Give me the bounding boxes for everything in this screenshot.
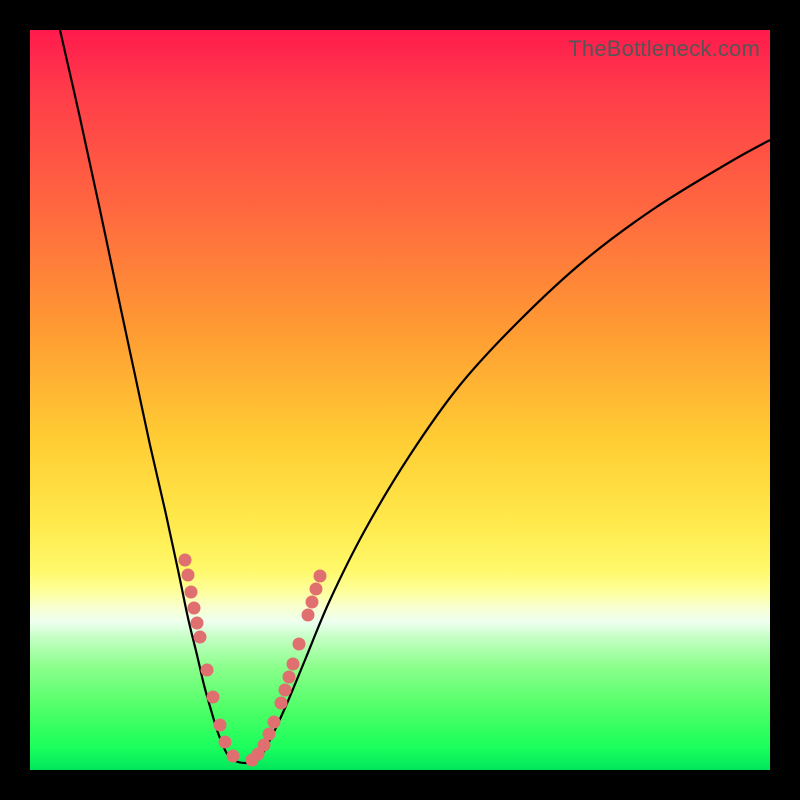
chart-frame: TheBottleneck.com: [0, 0, 800, 800]
data-point: [188, 602, 201, 615]
data-point: [185, 586, 198, 599]
data-point: [287, 658, 300, 671]
data-point: [227, 750, 240, 763]
data-point: [302, 609, 315, 622]
data-point: [191, 617, 204, 630]
data-point: [306, 596, 319, 609]
data-point: [283, 671, 296, 684]
data-point: [214, 719, 227, 732]
plot-area: TheBottleneck.com: [30, 30, 770, 770]
data-point: [314, 570, 327, 583]
curve-path: [60, 30, 770, 763]
data-point: [275, 697, 288, 710]
data-point: [268, 716, 281, 729]
data-point: [194, 631, 207, 644]
bottleneck-curve: [30, 30, 770, 770]
data-point: [182, 569, 195, 582]
data-point: [207, 691, 220, 704]
data-point: [201, 664, 214, 677]
data-point: [263, 728, 276, 741]
data-point: [310, 583, 323, 596]
data-point: [219, 736, 232, 749]
data-point: [179, 554, 192, 567]
data-point: [293, 638, 306, 651]
data-point: [279, 684, 292, 697]
